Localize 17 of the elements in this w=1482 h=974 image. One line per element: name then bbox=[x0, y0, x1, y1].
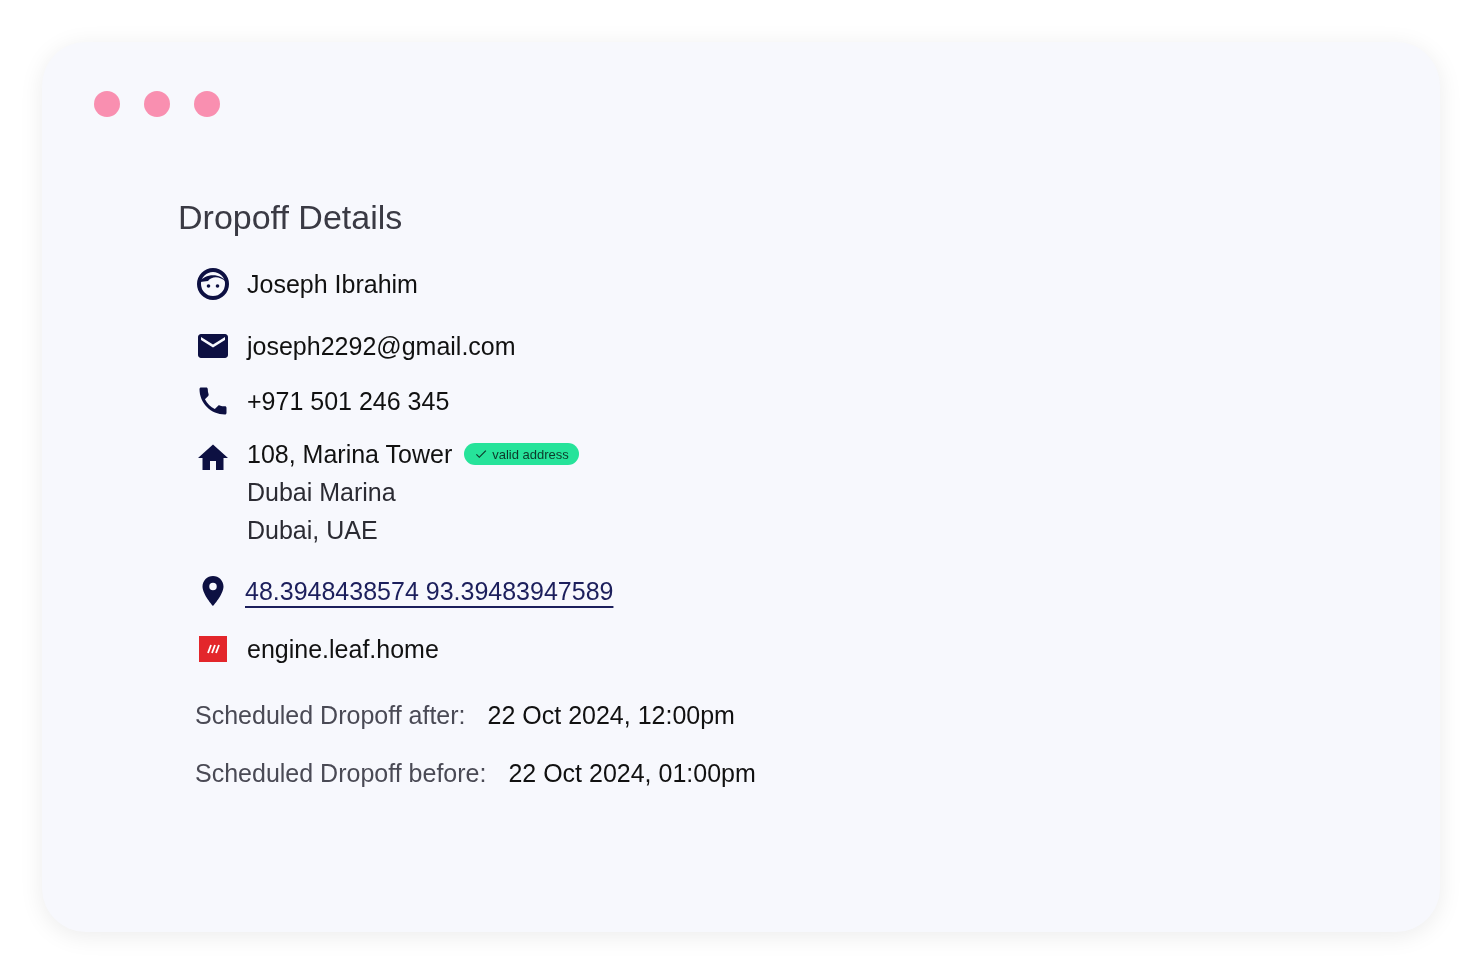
face-icon bbox=[196, 267, 230, 301]
contact-name: Joseph Ibrahim bbox=[247, 269, 418, 300]
schedule-label: Scheduled Dropoff after: bbox=[195, 700, 466, 731]
schedule-label: Scheduled Dropoff before: bbox=[195, 758, 487, 789]
section-title: Dropoff Details bbox=[178, 197, 404, 237]
host-name: engine.leaf.home bbox=[247, 634, 439, 665]
address-line: Dubai Marina bbox=[247, 477, 397, 507]
email-text: joseph2292@gmail.com bbox=[247, 331, 516, 362]
check-icon bbox=[474, 447, 489, 461]
phone-number: +971 501 246 345 bbox=[247, 386, 450, 417]
coordinates-link[interactable]: 48.3948438574 93.39483947589 bbox=[245, 575, 614, 607]
slash-logo-icon bbox=[199, 636, 227, 662]
address-line: 108, Marina Tower bbox=[247, 439, 453, 469]
address-line: Dubai, UAE bbox=[247, 515, 379, 545]
valid-address-badge: valid address bbox=[464, 443, 579, 465]
schedule-value: 22 Oct 2024, 12:00pm bbox=[487, 700, 735, 731]
schedule-value: 22 Oct 2024, 01:00pm bbox=[508, 758, 756, 789]
